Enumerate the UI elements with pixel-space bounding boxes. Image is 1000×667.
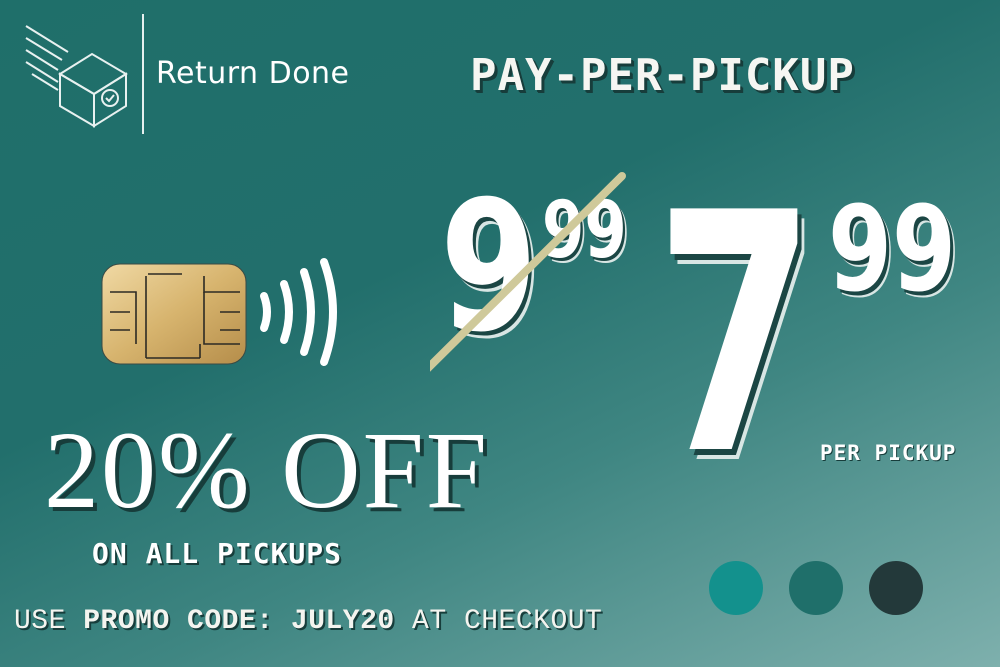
- promo-code: JULY20: [290, 606, 395, 637]
- new-price-whole: 7: [655, 143, 816, 527]
- promo-line: USE PROMO CODE: JULY20 AT CHECKOUT: [14, 606, 602, 637]
- chip-card-icon: [101, 263, 247, 365]
- headline: PAY-PER-PICKUP: [470, 50, 855, 101]
- strikethrough-line: [430, 172, 626, 372]
- brand-name: Return Done: [156, 56, 350, 91]
- box-icon: [25, 25, 128, 128]
- promo-prefix: USE: [14, 606, 66, 637]
- price-unit: PER PICKUP: [820, 441, 957, 465]
- discount-subtitle: ON ALL PICKUPS: [92, 537, 343, 570]
- discount-title: 20% OFF: [44, 409, 489, 531]
- old-price: 9 99: [430, 170, 640, 390]
- new-price-cents: 99: [828, 180, 957, 318]
- swatch-dark: [869, 561, 923, 615]
- promo-label: PROMO CODE:: [83, 606, 274, 637]
- swatch-teal: [709, 561, 763, 615]
- brand-logo: Return Done: [22, 14, 382, 136]
- contactless-icon: [260, 258, 337, 366]
- swatch-green: [789, 561, 843, 615]
- logo-divider: [142, 14, 144, 134]
- promo-suffix: AT CHECKOUT: [412, 606, 603, 637]
- promo-banner: Return Done PAY-PER-PICKUP 9 99 7 99 PER…: [0, 0, 1000, 667]
